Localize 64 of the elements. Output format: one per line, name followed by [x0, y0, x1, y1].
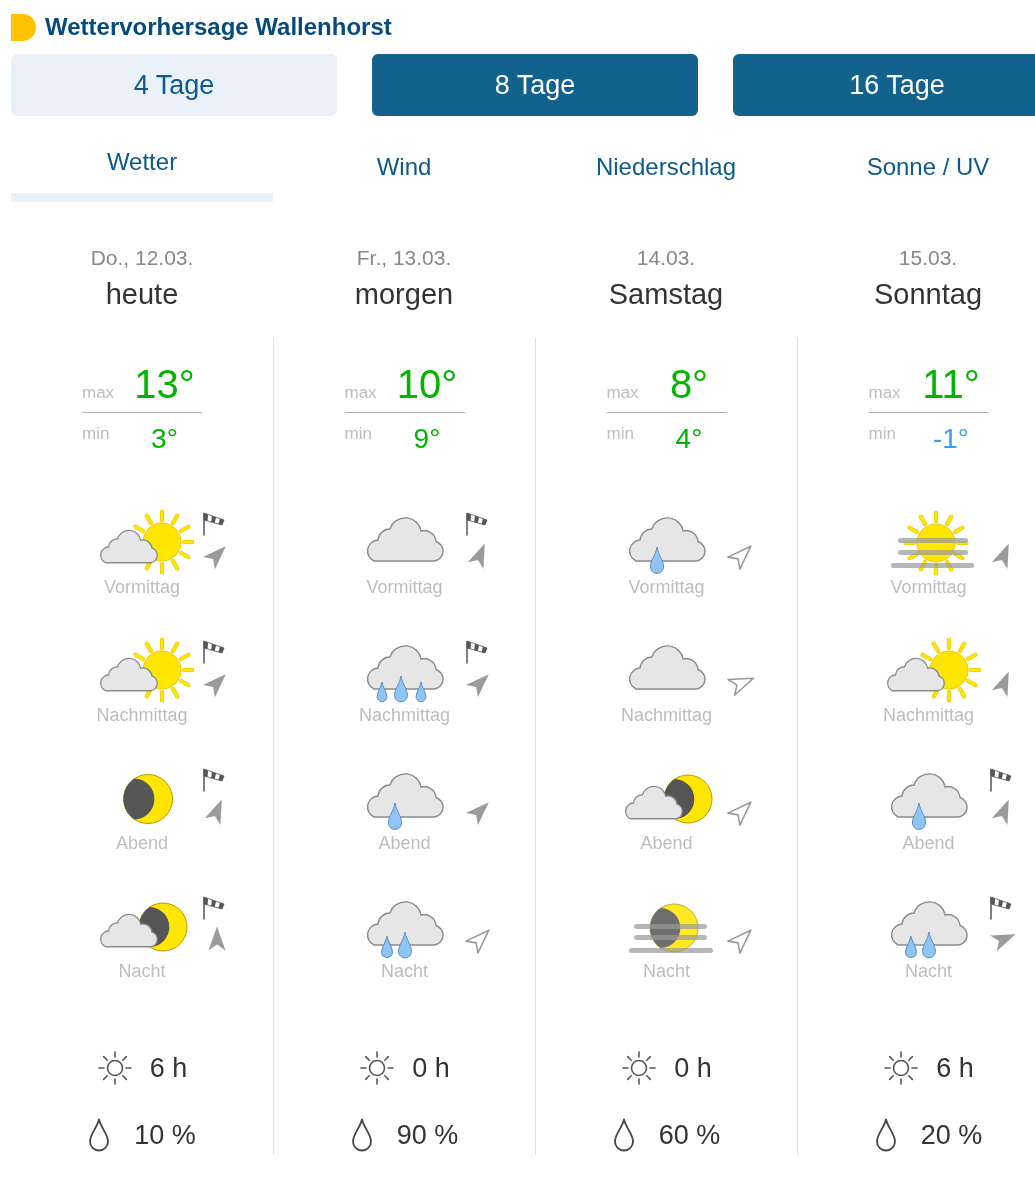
view-tab[interactable]: Wetter	[11, 138, 273, 202]
day-name: morgen	[354, 277, 454, 311]
period-label: Vormittag	[366, 576, 443, 598]
precipitation-probability: 20 %	[920, 1121, 983, 1149]
max-temperature: 8°	[669, 364, 709, 404]
period-label: Nachmittag	[358, 704, 450, 726]
day-name: heute	[105, 277, 179, 311]
sunshine-duration: 0 h	[412, 1054, 450, 1082]
range-tab[interactable]: 16 Tage	[733, 54, 1035, 116]
min-temperature: -1°	[932, 425, 970, 453]
min-temperature: 4°	[675, 425, 703, 453]
min-label: min	[344, 425, 373, 442]
drop-icon	[612, 1118, 635, 1152]
sunshine-duration: 0 h	[674, 1054, 712, 1082]
period-label: Vormittag	[103, 576, 180, 598]
drop-icon	[350, 1118, 373, 1152]
sun-icon	[621, 1050, 658, 1086]
day-date: 14.03.	[636, 246, 696, 270]
page-title: Wettervorhersage Wallenhorst	[45, 15, 392, 39]
max-label: max	[868, 384, 902, 401]
sunshine-duration: 6 h	[936, 1054, 974, 1082]
max-temperature: 10°	[396, 364, 458, 404]
precipitation-probability: 10 %	[134, 1121, 196, 1149]
min-label: min	[868, 425, 897, 442]
precipitation-probability: 90 %	[396, 1121, 459, 1149]
period-label: Nacht	[381, 960, 428, 982]
range-tab[interactable]: 8 Tage	[372, 54, 698, 116]
sun-icon	[96, 1050, 133, 1086]
max-temperature: 11°	[922, 364, 980, 404]
min-temperature: 3°	[151, 425, 178, 453]
period-label: Nachmittag	[882, 704, 974, 726]
period-label: Nachmittag	[96, 704, 188, 726]
period-label: Abend	[378, 832, 431, 854]
period-label: Vormittag	[628, 576, 705, 598]
period-label: Nacht	[905, 960, 952, 982]
view-tab[interactable]: Sonne / UV	[866, 153, 990, 181]
sun-icon	[883, 1050, 920, 1086]
min-temperature: 9°	[413, 425, 441, 453]
max-label: max	[606, 384, 640, 401]
period-label: Vormittag	[890, 576, 967, 598]
min-label: min	[82, 425, 111, 442]
drop-icon	[88, 1118, 111, 1152]
day-date: Fr., 13.03.	[356, 246, 452, 270]
view-tab[interactable]: Niederschlag	[595, 153, 737, 181]
view-tab[interactable]: Wind	[376, 153, 432, 181]
period-label: Abend	[115, 832, 169, 854]
max-label: max	[344, 384, 378, 401]
range-tab[interactable]: 4 Tage	[11, 54, 337, 116]
period-label: Nachmittag	[620, 704, 712, 726]
day-date: 15.03.	[898, 246, 958, 270]
period-label: Abend	[640, 832, 693, 854]
day-date: Do., 12.03.	[90, 246, 194, 270]
day-name: Samstag	[608, 277, 724, 311]
sunshine-duration: 6 h	[149, 1054, 188, 1082]
period-label: Abend	[902, 832, 955, 854]
precipitation-probability: 60 %	[658, 1121, 721, 1149]
max-temperature: 13°	[134, 364, 195, 404]
day-name: Sonntag	[873, 277, 982, 311]
min-label: min	[606, 425, 635, 442]
period-label: Nacht	[643, 960, 690, 982]
sun-icon	[359, 1050, 396, 1086]
max-label: max	[82, 384, 116, 401]
drop-icon	[874, 1118, 897, 1152]
period-label: Nacht	[118, 960, 166, 982]
